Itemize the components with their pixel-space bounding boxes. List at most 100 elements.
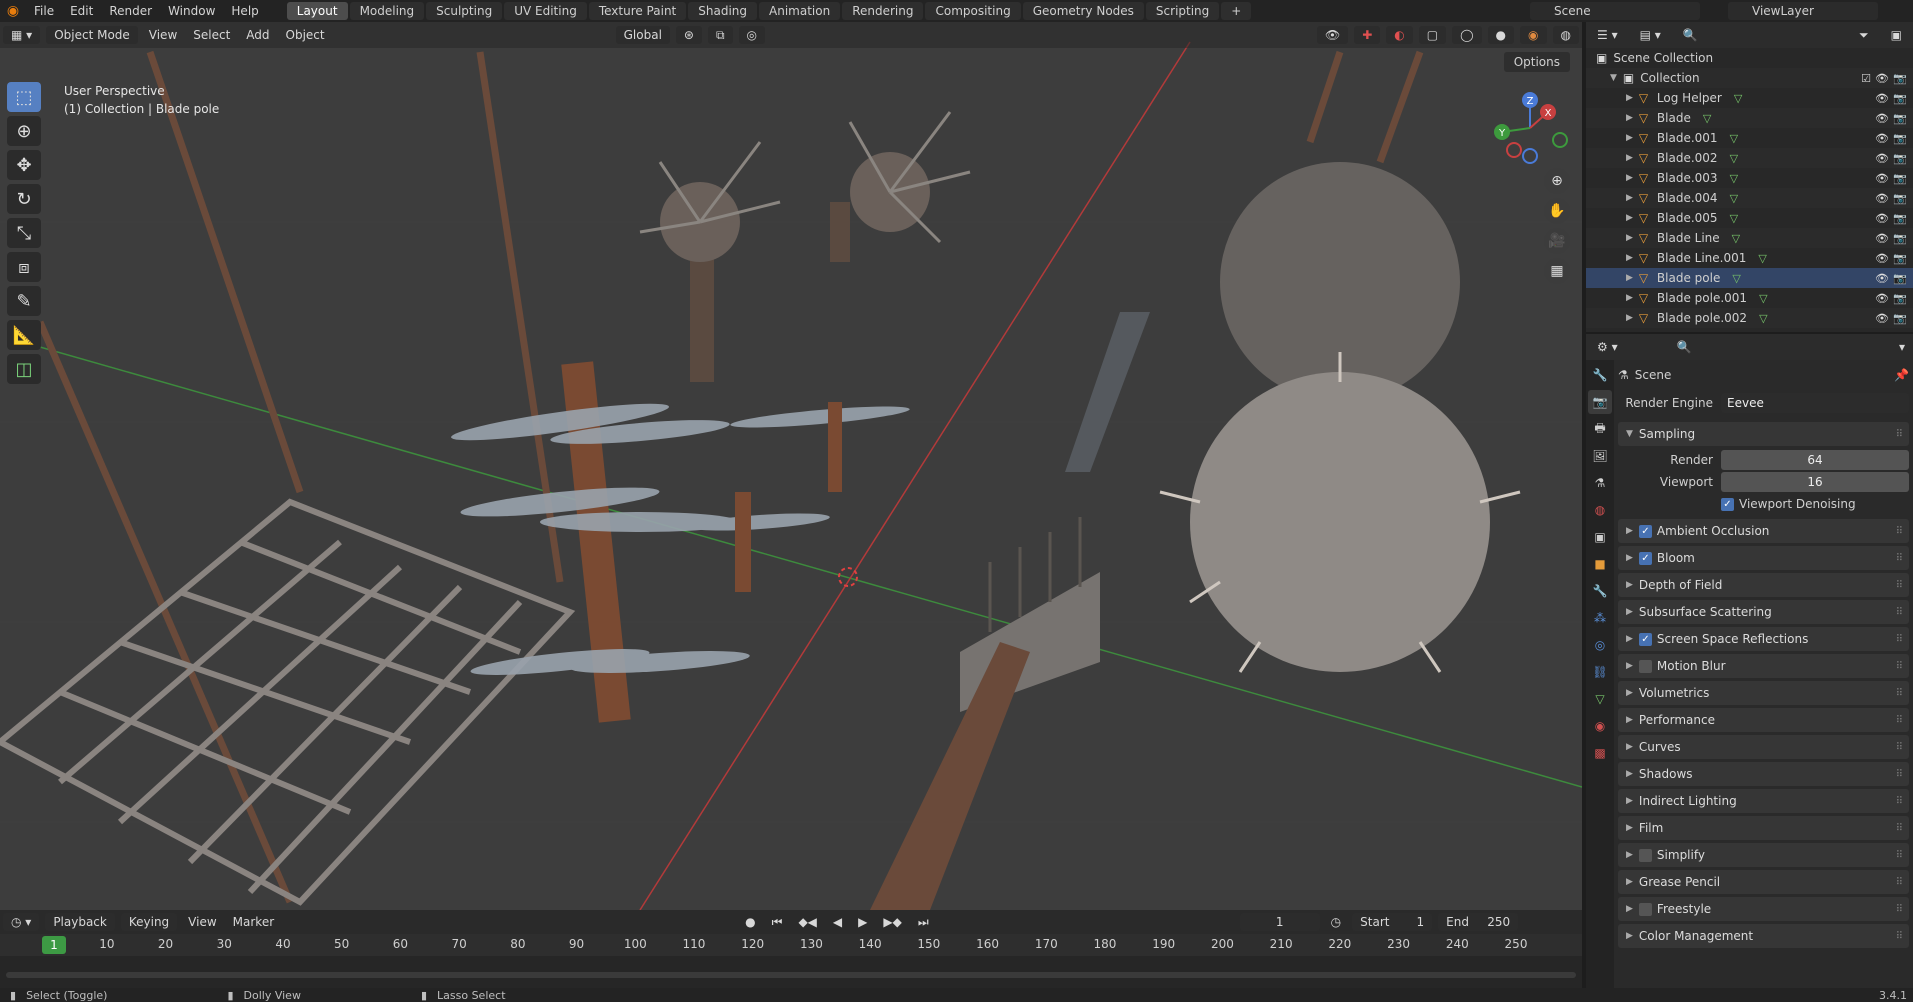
scene-selector[interactable]: Scene	[1530, 2, 1700, 20]
select-box-tool-icon[interactable]: ⬚	[7, 82, 41, 112]
render-panel-header[interactable]: ▶ Grease Pencil ⠿	[1618, 870, 1909, 894]
transform-tool-icon[interactable]: ⧈	[7, 252, 41, 282]
play-icon[interactable]: ▶	[850, 913, 875, 931]
expand-arrow-icon[interactable]: ▶	[1626, 213, 1633, 223]
next-keyframe-icon[interactable]: ▶◆	[875, 913, 909, 931]
expand-arrow-icon[interactable]: ▶	[1626, 253, 1633, 263]
outliner-editor-type-icon[interactable]: ☰ ▾	[1589, 26, 1626, 44]
marker-menu[interactable]: Marker	[225, 913, 282, 931]
render-tab-icon[interactable]: 📷	[1588, 390, 1612, 414]
gizmo-toggle-icon[interactable]: ✚	[1354, 26, 1381, 44]
drag-handle-icon[interactable]: ⠿	[1896, 553, 1903, 564]
prev-keyframe-icon[interactable]: ◆◀	[790, 913, 824, 931]
outliner-object-row[interactable]: ▶ ▽ Blade pole ▽ 👁 📷	[1586, 268, 1913, 288]
constraints-tab-icon[interactable]: ⛓	[1588, 660, 1612, 684]
panel-enable-checkbox[interactable]	[1638, 902, 1652, 916]
expand-arrow-icon[interactable]: ▶	[1626, 293, 1633, 303]
expand-arrow-icon[interactable]: ▶	[1626, 133, 1633, 143]
playback-menu[interactable]: Playback	[45, 913, 115, 931]
view-layer-selector[interactable]: ViewLayer	[1728, 2, 1878, 20]
menu-edit[interactable]: Edit	[62, 0, 101, 22]
drag-handle-icon[interactable]: ⠿	[1896, 769, 1903, 780]
end-frame-field[interactable]: End 250	[1438, 913, 1519, 931]
render-engine-dropdown[interactable]: Eevee	[1721, 393, 1909, 413]
viewport-samples-field[interactable]: 16	[1721, 472, 1909, 492]
menu-render[interactable]: Render	[101, 0, 160, 22]
camera-icon[interactable]: 📷	[1893, 92, 1907, 105]
drag-handle-icon[interactable]: ⠿	[1896, 526, 1903, 537]
jump-start-icon[interactable]: ⏮	[764, 913, 791, 931]
expand-arrow-icon[interactable]: ▶	[1626, 273, 1633, 283]
view-layer-tab-icon[interactable]: 🖼	[1588, 444, 1612, 468]
properties-search-input[interactable]: 🔍	[1668, 338, 1789, 356]
3d-viewport[interactable]: ▦ ▾ Object Mode View Select Add Object G…	[0, 22, 1582, 910]
outliner-object-row[interactable]: ▶ ▽ Blade pole.002 ▽ 👁 📷	[1586, 308, 1913, 328]
drag-handle-icon[interactable]: ⠿	[1896, 429, 1903, 440]
panel-enable-checkbox[interactable]	[1638, 848, 1652, 862]
transform-orientation-dropdown[interactable]: Global	[615, 26, 670, 44]
tab-sculpting[interactable]: Sculpting	[426, 2, 503, 20]
tab-animation[interactable]: Animation	[759, 2, 841, 20]
outliner-object-row[interactable]: ▶ ▽ Blade.001 ▽ 👁 📷	[1586, 128, 1913, 148]
drag-handle-icon[interactable]: ⠿	[1896, 607, 1903, 618]
expand-arrow-icon[interactable]: ▶	[1626, 173, 1633, 183]
select-menu[interactable]: Select	[185, 26, 238, 44]
stopwatch-icon[interactable]: ◷	[1323, 913, 1349, 931]
camera-icon[interactable]: 📷	[1893, 252, 1907, 265]
eye-icon[interactable]: 👁	[1875, 212, 1889, 225]
tab-rendering[interactable]: Rendering	[842, 2, 924, 20]
outliner-object-row[interactable]: ▶ ▽ Blade Line ▽ 👁 📷	[1586, 228, 1913, 248]
object-tab-icon[interactable]: ■	[1588, 552, 1612, 576]
eye-icon[interactable]: 👁	[1875, 112, 1889, 125]
render-panel-header[interactable]: ▶ Shadows ⠿	[1618, 762, 1909, 786]
pan-hand-icon[interactable]: ✋	[1544, 198, 1570, 224]
drag-handle-icon[interactable]: ⠿	[1896, 904, 1903, 915]
outliner-object-row[interactable]: ▶ ▽ Blade.003 ▽ 👁 📷	[1586, 168, 1913, 188]
drag-handle-icon[interactable]: ⠿	[1896, 742, 1903, 753]
eye-icon[interactable]: 👁	[1875, 172, 1889, 185]
panel-enable-checkbox[interactable]: ✓	[1638, 524, 1652, 538]
data-tab-icon[interactable]: ▽	[1588, 687, 1612, 711]
panel-enable-checkbox[interactable]	[1638, 659, 1652, 673]
menu-help[interactable]: Help	[223, 0, 266, 22]
new-collection-icon[interactable]: ▣	[1882, 26, 1910, 44]
camera-icon[interactable]: 📷	[1893, 212, 1907, 225]
drag-handle-icon[interactable]: ⠿	[1896, 634, 1903, 645]
shading-wireframe-icon[interactable]: ◯	[1452, 26, 1482, 44]
modifier-tab-icon[interactable]: 🔧	[1588, 579, 1612, 603]
move-tool-icon[interactable]: ✥	[7, 150, 41, 180]
shading-solid-icon[interactable]: ●	[1487, 26, 1515, 44]
drag-handle-icon[interactable]: ⠿	[1896, 580, 1903, 591]
drag-handle-icon[interactable]: ⠿	[1896, 796, 1903, 807]
render-panel-header[interactable]: ▶ Performance ⠿	[1618, 708, 1909, 732]
outliner-object-row[interactable]: ▶ ▽ Blade Line.001 ▽ 👁 📷	[1586, 248, 1913, 268]
eye-icon[interactable]: 👁	[1875, 152, 1889, 165]
expand-arrow-icon[interactable]: ▶	[1626, 93, 1633, 103]
camera-icon[interactable]: 📷	[1893, 132, 1907, 145]
add-cube-tool-icon[interactable]: ◫	[7, 354, 41, 384]
properties-editor-type-icon[interactable]: ⚙ ▾	[1589, 338, 1626, 356]
cursor-tool-icon[interactable]: ⊕	[7, 116, 41, 146]
xray-toggle-icon[interactable]: ▢	[1418, 26, 1447, 44]
camera-icon[interactable]: 📷	[1893, 72, 1907, 85]
camera-icon[interactable]: 📷	[1893, 232, 1907, 245]
eye-icon[interactable]: 👁	[1875, 292, 1889, 305]
rotate-tool-icon[interactable]: ↻	[7, 184, 41, 214]
material-tab-icon[interactable]: ◉	[1588, 714, 1612, 738]
play-reverse-icon[interactable]: ◀	[825, 913, 850, 931]
render-panel-header[interactable]: ▶ ✓ Screen Space Reflections ⠿	[1618, 627, 1909, 651]
drag-handle-icon[interactable]: ⠿	[1896, 823, 1903, 834]
exclude-checkbox[interactable]: ☑	[1861, 72, 1871, 85]
tab-layout[interactable]: Layout	[286, 2, 348, 20]
scale-tool-icon[interactable]: ⤡	[7, 218, 41, 248]
camera-icon[interactable]: 📷	[1893, 112, 1907, 125]
tab-compositing[interactable]: Compositing	[925, 2, 1021, 20]
view-menu[interactable]: View	[141, 26, 185, 44]
editor-type-button[interactable]: ▦ ▾	[3, 26, 41, 44]
eye-icon[interactable]: 👁	[1875, 72, 1889, 85]
zoom-icon[interactable]: ⊕	[1544, 168, 1570, 194]
filter-icon[interactable]: ⏷	[1851, 26, 1877, 44]
eye-icon[interactable]: 👁	[1875, 192, 1889, 205]
camera-icon[interactable]: 📷	[1893, 312, 1907, 325]
render-panel-header[interactable]: ▶ Subsurface Scattering ⠿	[1618, 600, 1909, 624]
